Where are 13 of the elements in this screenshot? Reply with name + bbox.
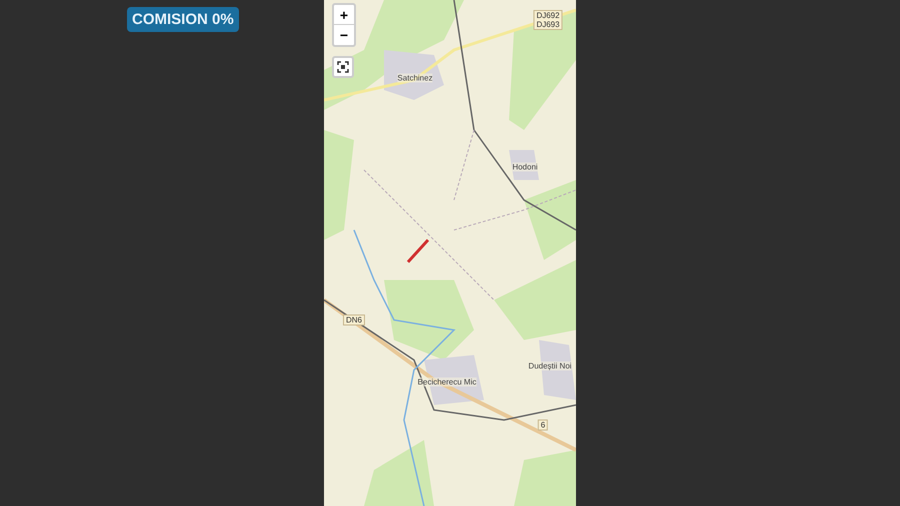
- place-label: Dudeștii Noi: [528, 362, 572, 370]
- fullscreen-button[interactable]: [332, 56, 354, 78]
- zoom-in-button[interactable]: +: [334, 5, 354, 25]
- road-shield: DJ692 DJ693: [533, 10, 563, 30]
- commission-badge: COMISION 0%: [127, 7, 239, 32]
- place-label: Becicherecu Mic: [418, 378, 476, 386]
- map[interactable]: DJ692 DJ693 Satchinez Hodoni DN6 Dudeștii Noi Becicherecu Mic 6 + −: [324, 0, 576, 506]
- road-shield: 6: [538, 420, 548, 430]
- place-label: Hodoni: [512, 162, 538, 172]
- place-label: Satchinez: [397, 74, 433, 82]
- zoom-out-button[interactable]: −: [334, 25, 354, 45]
- road-shield: DN6: [343, 314, 365, 326]
- fullscreen-icon: [337, 61, 349, 73]
